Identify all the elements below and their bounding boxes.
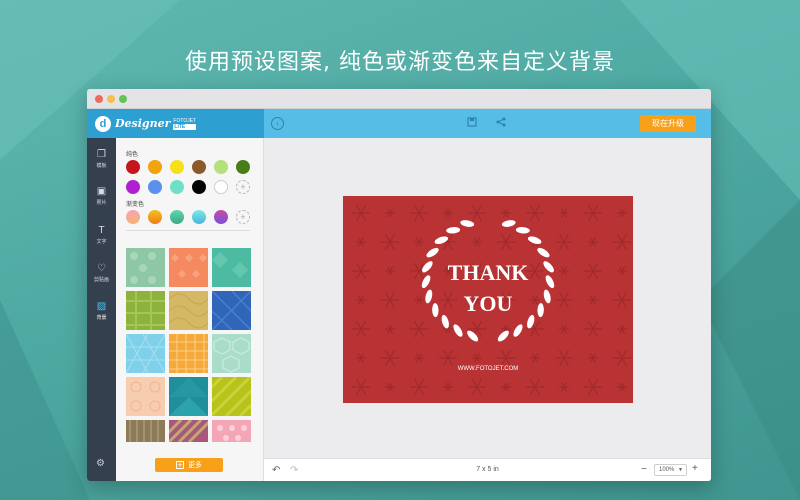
app-logo: d Designer FOTOJET LITE (87, 109, 264, 138)
pattern-tile[interactable] (169, 334, 208, 373)
add-solid-color-button[interactable]: + (236, 180, 250, 194)
solid-color-swatch[interactable] (126, 180, 140, 194)
minimize-window-button[interactable] (107, 95, 115, 103)
thank-you-card[interactable]: THANK YOU WWW.FOTOJET.COM (343, 196, 633, 403)
gradient-color-swatch[interactable] (126, 210, 140, 224)
plus-icon: + (176, 461, 184, 469)
left-nav: ❐ 模板 ▣ 照片 T 文字 ♡ 剪贴画 ▨ 背景 ⚙ (87, 138, 116, 481)
gradient-color-swatch[interactable] (192, 210, 206, 224)
close-window-button[interactable] (95, 95, 103, 103)
solid-color-swatch[interactable] (148, 160, 162, 174)
solid-color-swatch[interactable] (192, 180, 206, 194)
nav-item-template[interactable]: ❐ 模板 (87, 144, 116, 174)
window-titlebar (87, 89, 711, 109)
pattern-tile[interactable] (212, 377, 251, 416)
solid-color-swatch[interactable] (170, 180, 184, 194)
text-icon: T (98, 225, 105, 236)
photo-icon: ▣ (96, 186, 107, 197)
solid-color-swatch[interactable] (214, 160, 228, 174)
more-patterns-button[interactable]: + 更多 (155, 458, 223, 472)
zoom-in-button[interactable]: + (692, 463, 698, 474)
pattern-tile[interactable] (126, 420, 165, 442)
pattern-tile[interactable] (212, 248, 251, 287)
template-icon: ❐ (97, 149, 106, 160)
page-headline: 使用预设图案, 纯色或渐变色来自定义背景 (185, 50, 615, 75)
background-icon: ▨ (96, 301, 107, 312)
logo-name: Designer (115, 117, 171, 130)
solid-color-swatch[interactable] (192, 160, 206, 174)
card-title-line1: THANK (447, 260, 529, 285)
nav-item-background[interactable]: ▨ 背景 (87, 296, 116, 326)
background-panel: 纯色 + 渐变色 + + 更多 (116, 138, 264, 481)
add-gradient-button[interactable]: + (236, 210, 250, 224)
bottom-bar: ↶ ↷ 7 x 5 in − 100% ▼ + (264, 458, 711, 481)
design-canvas: THANK YOU WWW.FOTOJET.COM (264, 138, 711, 458)
pattern-tile[interactable] (169, 377, 208, 416)
pattern-tile[interactable] (126, 377, 165, 416)
pattern-tile[interactable] (126, 291, 165, 330)
gradient-label: 渐变色 (126, 201, 145, 208)
maximize-window-button[interactable] (119, 95, 127, 103)
settings-icon[interactable]: ⚙ (96, 458, 105, 469)
panel-divider (126, 230, 250, 231)
solid-color-swatch[interactable] (126, 160, 140, 174)
gradient-color-swatch[interactable] (170, 210, 184, 224)
nav-item-clipart[interactable]: ♡ 剪贴画 (87, 258, 116, 288)
zoom-select[interactable]: 100% ▼ (654, 464, 687, 476)
pattern-tile[interactable] (169, 248, 208, 287)
app-window: d Designer FOTOJET LITE ‹ 现在升级 ❐ 模板 ▣ 照片… (87, 89, 711, 481)
solid-color-label: 纯色 (126, 151, 139, 158)
top-toolbar: d Designer FOTOJET LITE ‹ 现在升级 (87, 109, 711, 138)
pattern-tile[interactable] (169, 420, 208, 442)
save-icon[interactable] (467, 117, 477, 130)
card-title-line2: YOU (463, 291, 513, 316)
gradient-color-swatch[interactable] (214, 210, 228, 224)
solid-color-swatch[interactable] (236, 160, 250, 174)
pattern-tile[interactable] (126, 248, 165, 287)
chevron-down-icon: ▼ (678, 467, 683, 473)
pattern-tile[interactable] (212, 291, 251, 330)
logo-edition: LITE (173, 123, 197, 130)
upgrade-button[interactable]: 现在升级 (640, 115, 696, 132)
pattern-tile[interactable] (212, 420, 251, 442)
card-url: WWW.FOTOJET.COM (457, 366, 519, 372)
pattern-tile[interactable] (126, 334, 165, 373)
logo-brand: FOTOJET (173, 117, 197, 124)
logo-mark: d (95, 115, 111, 132)
clipart-icon: ♡ (97, 263, 106, 274)
share-icon[interactable] (496, 117, 506, 130)
solid-color-swatch[interactable] (214, 180, 228, 194)
gradient-color-swatch[interactable] (148, 210, 162, 224)
solid-color-swatch[interactable] (170, 160, 184, 174)
pattern-tile[interactable] (212, 334, 251, 373)
back-icon[interactable]: ‹ (271, 117, 284, 130)
zoom-out-button[interactable]: − (641, 464, 647, 475)
pattern-tile[interactable] (169, 291, 208, 330)
nav-item-text[interactable]: T 文字 (87, 220, 116, 250)
nav-item-photo[interactable]: ▣ 照片 (87, 181, 116, 211)
solid-color-swatch[interactable] (148, 180, 162, 194)
